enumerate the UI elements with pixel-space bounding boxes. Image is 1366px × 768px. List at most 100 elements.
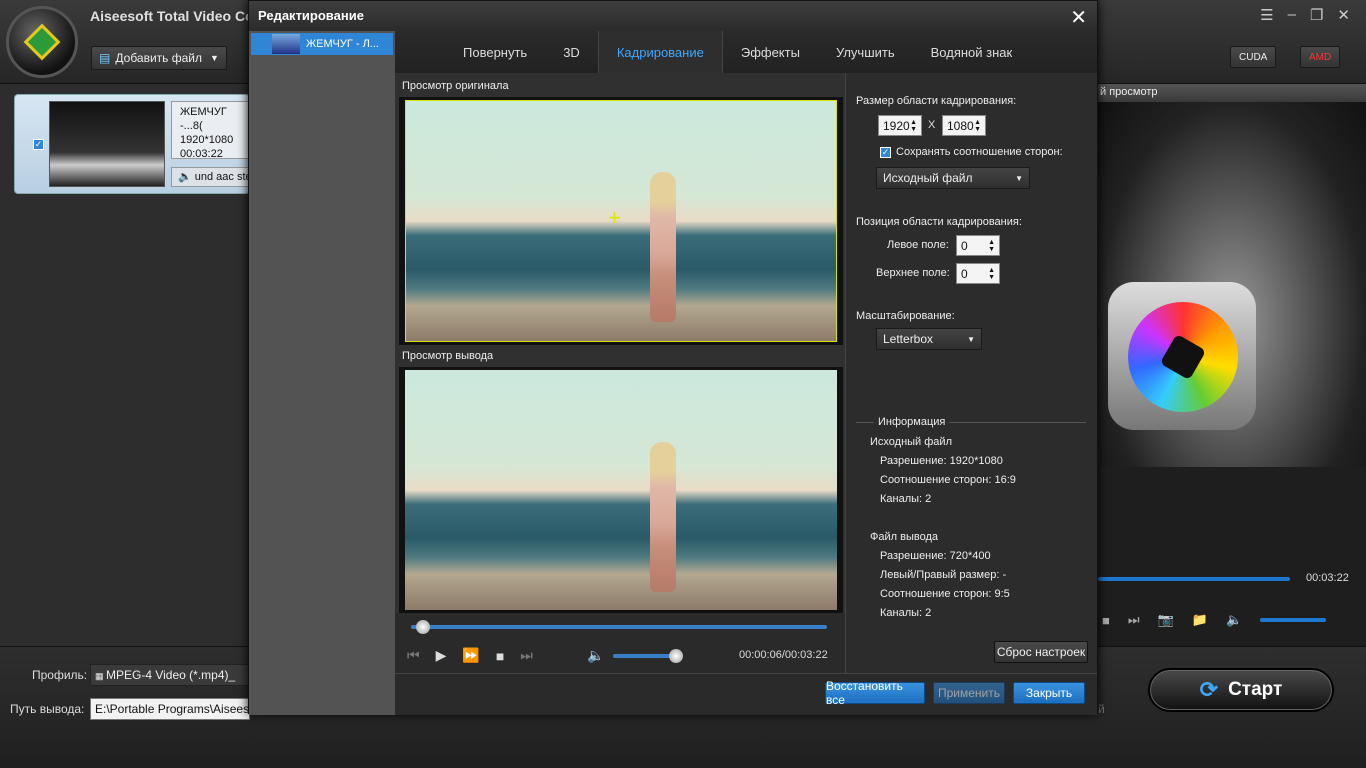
keep-ratio-checkbox[interactable]: ✓: [880, 146, 891, 158]
figure-shape: [650, 442, 676, 592]
skip-forward-icon[interactable]: ⏭: [520, 647, 533, 664]
speaker-icon: 🔈: [178, 171, 192, 183]
play-icon[interactable]: ▶: [436, 647, 447, 664]
output-frame: [405, 370, 837, 610]
add-file-label: Добавить файл: [115, 51, 203, 65]
scaling-value: Letterbox: [883, 332, 934, 346]
transport-buttons: ⏮ ▶ ⏩ ■ ⏭: [407, 647, 533, 664]
start-button[interactable]: ⟳ Старт: [1148, 668, 1334, 712]
tab-crop[interactable]: Кадрирование: [597, 31, 723, 73]
output-preview: [399, 367, 843, 613]
output-path-field[interactable]: E:\Portable Programs\Aiseesoft: [90, 698, 250, 720]
file-duration: 00:03:22: [180, 148, 223, 160]
crop-rectangle[interactable]: +: [405, 100, 837, 342]
reset-settings-label: Сброс настроек: [996, 645, 1086, 659]
original-preview-label: Просмотр оригинала: [402, 80, 509, 92]
app-title: Aiseesoft Total Video Co: [90, 8, 254, 24]
edit-dialog: Редактирование ✕ ЖЕМЧУГ - Л... Повернуть…: [248, 0, 1098, 715]
aspect-ratio-select[interactable]: Исходный файл ▼: [876, 167, 1030, 189]
minimize-icon[interactable]: –: [1288, 6, 1296, 24]
output-preview-label: Просмотр вывода: [402, 350, 494, 362]
snapshot-icon[interactable]: 📷: [1158, 612, 1174, 628]
cuda-button[interactable]: CUDA: [1230, 46, 1277, 68]
apply-button[interactable]: Применить: [933, 682, 1005, 704]
chevron-down-icon: ▼: [967, 334, 975, 344]
volume-slider[interactable]: [1260, 618, 1327, 622]
info-title: Информация: [874, 416, 950, 428]
left-margin-label: Левое поле:: [887, 239, 949, 251]
camera-lens-icon: [1108, 282, 1256, 430]
preview-panel: й просмотр 00:03:22 ■ ⏭ 📷 📁 🔈: [1098, 84, 1366, 646]
dialog-title: Редактирование: [249, 1, 1097, 31]
top-margin-value: 0: [961, 266, 968, 281]
output-resolution: Разрешение: 720*400: [880, 550, 991, 562]
tab-3d[interactable]: 3D: [545, 31, 598, 73]
restore-all-button[interactable]: Восстановить все: [825, 679, 925, 707]
output-label: Путь вывода:: [10, 702, 85, 716]
tab-rotate[interactable]: Повернуть: [445, 31, 545, 73]
dialog-file-item[interactable]: ЖЕМЧУГ - Л...: [251, 33, 393, 55]
close-icon[interactable]: ✕: [1070, 5, 1087, 30]
file-thumbnail-small: [272, 34, 300, 54]
add-file-button[interactable]: ▤ Добавить файл ▼: [91, 46, 227, 70]
tab-enhance[interactable]: Улучшить: [818, 31, 913, 73]
profile-value: MPEG-4 Video (*.mp4)_: [106, 668, 236, 682]
spinner-icon[interactable]: ▲ ▼: [988, 267, 995, 281]
maximize-icon[interactable]: ❐: [1310, 6, 1323, 24]
stop-icon[interactable]: ■: [1102, 613, 1110, 628]
scaling-select[interactable]: Letterbox ▼: [876, 328, 982, 350]
left-margin-field[interactable]: 0 ▲ ▼: [956, 235, 1000, 256]
preview-progress[interactable]: [1098, 577, 1290, 581]
close-button[interactable]: Закрыть: [1013, 682, 1085, 704]
spinner-icon[interactable]: ▲ ▼: [988, 239, 995, 253]
crop-width-value: 1920: [883, 118, 910, 133]
crop-width-field[interactable]: 1920 ▲ ▼: [878, 115, 922, 136]
left-margin-value: 0: [961, 238, 968, 253]
start-label: Старт: [1228, 679, 1283, 700]
next-frame-icon[interactable]: ⏭: [1128, 612, 1140, 628]
volume-icon[interactable]: 🔈: [587, 647, 604, 664]
audio-track-select[interactable]: 🔈 und aac ste: [171, 167, 251, 187]
output-channels: Каналы: 2: [880, 607, 932, 619]
output-file-title: Файл вывода: [870, 531, 938, 543]
file-info: ЖЕМЧУГ -...8( 1920*1080 00:03:22: [171, 101, 251, 160]
file-checkbox[interactable]: ✓: [33, 139, 44, 150]
app-logo[interactable]: [6, 6, 78, 78]
crop-height-field[interactable]: 1080 ▲ ▼: [942, 115, 986, 136]
reset-settings-button[interactable]: Сброс настроек: [994, 641, 1088, 663]
profile-icon: ▦: [95, 671, 107, 681]
time-display: 00:00:06/00:03:22: [739, 649, 828, 661]
source-aspect-ratio: Соотношение сторон: 16:9: [880, 474, 1016, 486]
volume-knob[interactable]: [669, 649, 683, 663]
logo-icon: [23, 23, 61, 61]
seek-knob[interactable]: [416, 620, 431, 634]
aspect-ratio-value: Исходный файл: [883, 171, 973, 185]
spinner-icon[interactable]: ▲ ▼: [974, 119, 981, 133]
top-margin-field[interactable]: 0 ▲ ▼: [956, 263, 1000, 284]
tab-effects[interactable]: Эффекты: [723, 31, 818, 73]
volume-icon[interactable]: 🔈: [1226, 612, 1242, 628]
profile-select[interactable]: ▦ MPEG-4 Video (*.mp4)_: [90, 664, 250, 686]
seek-bar[interactable]: [411, 625, 827, 629]
skip-back-icon[interactable]: ⏮: [407, 647, 420, 664]
edit-tabs: Повернуть 3D Кадрирование Эффекты Улучши…: [395, 31, 1097, 73]
output-lr-size: Левый/Правый размер: -: [880, 569, 1007, 581]
chevron-down-icon[interactable]: ▼: [210, 53, 219, 63]
fast-forward-icon[interactable]: ⏩: [462, 647, 479, 664]
dialog-file-name: ЖЕМЧУГ - Л...: [306, 38, 379, 50]
keep-ratio-row: ✓ Сохранять соотношение сторон:: [880, 146, 1063, 158]
spinner-icon[interactable]: ▲ ▼: [910, 119, 917, 133]
menu-icon[interactable]: ☰: [1260, 6, 1273, 24]
original-preview: +: [399, 97, 843, 345]
close-icon[interactable]: ✕: [1337, 6, 1350, 24]
folder-icon[interactable]: 📁: [1192, 612, 1208, 628]
stop-icon[interactable]: ■: [496, 648, 504, 664]
file-item[interactable]: ✓ ЖЕМЧУГ -...8( 1920*1080 00:03:22 🔈 und…: [14, 94, 251, 194]
crosshair-icon[interactable]: +: [608, 205, 621, 231]
add-file-icon: ▤: [99, 51, 111, 65]
source-resolution: Разрешение: 1920*1080: [880, 455, 1003, 467]
cuda-label: CUDA: [1239, 51, 1268, 63]
tab-watermark[interactable]: Водяной знак: [913, 31, 1031, 73]
lens-aperture: [1159, 333, 1207, 381]
amd-button[interactable]: AMD: [1300, 46, 1341, 68]
